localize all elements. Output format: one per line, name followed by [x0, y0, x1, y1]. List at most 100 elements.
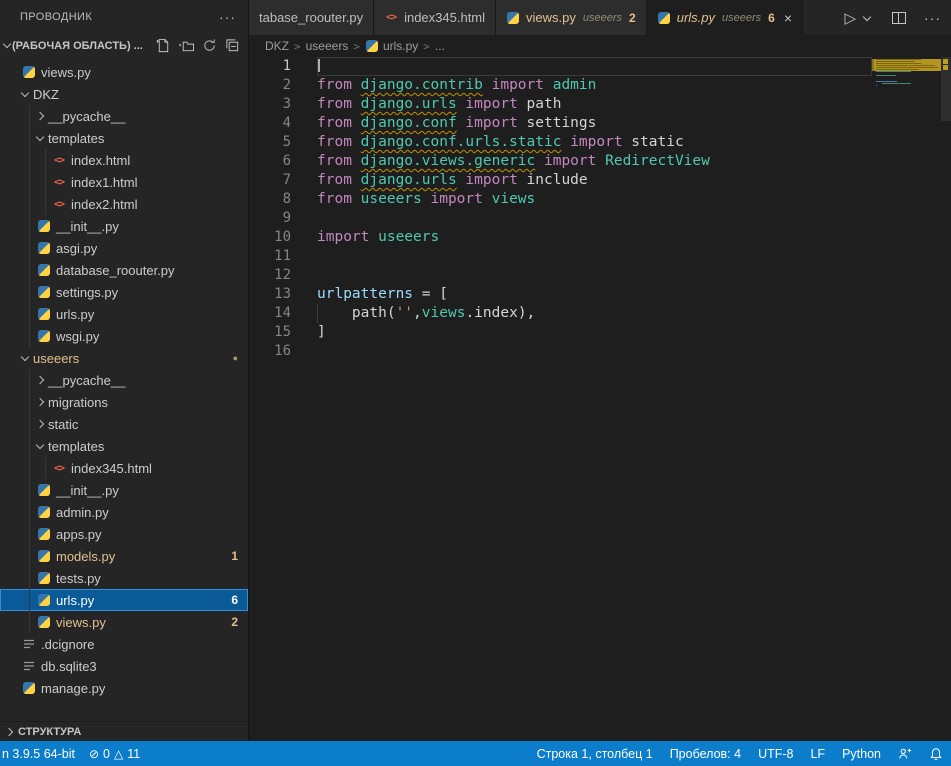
- status-item-utf-8[interactable]: UTF-8: [758, 747, 793, 761]
- refresh-icon[interactable]: [202, 38, 217, 53]
- tree-item-templates[interactable]: templates: [0, 127, 248, 149]
- code-line[interactable]: 6from django.views.generic import Redire…: [249, 152, 951, 171]
- run-python-file-icon[interactable]: ▷: [844, 9, 856, 27]
- tree-item-.dcignore[interactable]: .dcignore: [0, 633, 248, 655]
- notifications-bell-icon[interactable]: [929, 747, 943, 761]
- tree-item-DKZ[interactable]: DKZ: [0, 83, 248, 105]
- tree-item-useeers[interactable]: useeers●: [0, 347, 248, 369]
- code-line-text: from django.contrib import admin: [317, 76, 872, 95]
- tree-item-urls.py[interactable]: urls.py: [0, 303, 248, 325]
- code-line[interactable]: 5from django.conf.urls.static import sta…: [249, 133, 951, 152]
- tree-item-index2.html[interactable]: <>index2.html: [0, 193, 248, 215]
- tree-item-urls.py[interactable]: urls.py6: [0, 589, 248, 611]
- breadcrumb-label: ...: [435, 39, 445, 53]
- tree-item-tests.py[interactable]: tests.py: [0, 567, 248, 589]
- workspace-label: (РАБОЧАЯ ОБЛАСТЬ) ...: [12, 40, 143, 52]
- indent-guide: [29, 171, 30, 193]
- code-line[interactable]: 15]: [249, 323, 951, 342]
- code-token: django.urls: [361, 96, 457, 112]
- tree-item-asgi.py[interactable]: asgi.py: [0, 237, 248, 259]
- tab-urls.py[interactable]: urls.pyuseeers6×: [647, 0, 803, 35]
- status-item-python[interactable]: Python: [842, 747, 881, 761]
- tree-item-db.sqlite3[interactable]: db.sqlite3: [0, 655, 248, 677]
- problems-item[interactable]: ⊘ 0 △ 11: [89, 747, 140, 761]
- tree-item-admin.py[interactable]: admin.py: [0, 501, 248, 523]
- breadcrumb-item-useeers[interactable]: useeers: [306, 39, 349, 53]
- code-line[interactable]: 7from django.urls import include: [249, 171, 951, 190]
- feedback-icon[interactable]: [898, 747, 912, 761]
- code-line[interactable]: 9: [249, 209, 951, 228]
- editor-more-actions-icon[interactable]: ···: [924, 10, 941, 26]
- breadcrumb-item-DKZ[interactable]: DKZ: [265, 39, 289, 53]
- tree-item-views.py[interactable]: views.py2: [0, 611, 248, 633]
- code-line[interactable]: 13urlpatterns = [: [249, 285, 951, 304]
- breadcrumb-label: DKZ: [265, 39, 289, 53]
- tree-item-label: wsgi.py: [56, 329, 99, 344]
- tree-item-__pycache__[interactable]: __pycache__: [0, 105, 248, 127]
- status-item-строка-1-столбец-1[interactable]: Строка 1, столбец 1: [537, 747, 653, 761]
- code-line-text: [317, 266, 872, 285]
- tree-item-index345.html[interactable]: <>index345.html: [0, 457, 248, 479]
- code-line[interactable]: 16: [249, 342, 951, 361]
- tree-item-templates[interactable]: templates: [0, 435, 248, 457]
- tab-index345.html[interactable]: <>index345.html: [374, 0, 496, 35]
- breadcrumb: DKZ>useeers>urls.py>...: [249, 35, 951, 57]
- code-line[interactable]: 12: [249, 266, 951, 285]
- new-folder-icon[interactable]: [179, 38, 194, 53]
- outline-section-header[interactable]: СТРУКТУРА: [0, 721, 248, 741]
- tree-item-settings.py[interactable]: settings.py: [0, 281, 248, 303]
- line-number: 6: [249, 152, 317, 171]
- tree-item-models.py[interactable]: models.py1: [0, 545, 248, 567]
- tab-tabase_roouter.py[interactable]: tabase_roouter.py: [249, 0, 374, 35]
- overview-ruler[interactable]: [941, 57, 951, 741]
- tree-item-migrations[interactable]: migrations: [0, 391, 248, 413]
- tree-item-index.html[interactable]: <>index.html: [0, 149, 248, 171]
- code-line[interactable]: 11: [249, 247, 951, 266]
- tree-item-__init__.py[interactable]: __init__.py: [0, 215, 248, 237]
- run-dropdown-icon[interactable]: [863, 12, 871, 20]
- new-file-icon[interactable]: [156, 38, 171, 53]
- tree-item-__init__.py[interactable]: __init__.py: [0, 479, 248, 501]
- tree-item-__pycache__[interactable]: __pycache__: [0, 369, 248, 391]
- code-line[interactable]: 14 path('',views.index),: [249, 304, 951, 323]
- split-editor-icon[interactable]: [892, 12, 906, 24]
- status-item-lf[interactable]: LF: [810, 747, 825, 761]
- tree-item-wsgi.py[interactable]: wsgi.py: [0, 325, 248, 347]
- workspace-section-header[interactable]: (РАБОЧАЯ ОБЛАСТЬ) ...: [0, 33, 248, 58]
- tree-item-apps.py[interactable]: apps.py: [0, 523, 248, 545]
- close-icon[interactable]: ×: [784, 10, 792, 26]
- python-icon: [37, 219, 51, 233]
- tree-item-label: __pycache__: [48, 109, 125, 124]
- python-icon: [657, 11, 671, 25]
- breadcrumb-item-urls.py[interactable]: urls.py: [365, 39, 418, 53]
- code-editor[interactable]: 12from django.contrib import admin3from …: [249, 57, 951, 741]
- collapse-all-icon[interactable]: [225, 38, 240, 53]
- tab-views.py[interactable]: views.pyuseeers2: [496, 0, 647, 35]
- code-line[interactable]: 4from django.conf import settings: [249, 114, 951, 133]
- tree-item-manage.py[interactable]: manage.py: [0, 677, 248, 699]
- tree-item-views.py[interactable]: views.py: [0, 61, 248, 83]
- tree-item-label: models.py: [56, 549, 115, 564]
- tree-item-static[interactable]: static: [0, 413, 248, 435]
- line-number: 2: [249, 76, 317, 95]
- tree-item-label: migrations: [48, 395, 108, 410]
- indent-guide: [45, 149, 46, 171]
- code-line[interactable]: 1: [249, 57, 951, 76]
- code-line[interactable]: 10import useeers: [249, 228, 951, 247]
- status-item-пробелов-4[interactable]: Пробелов: 4: [670, 747, 741, 761]
- code-line[interactable]: 8from useeers import views: [249, 190, 951, 209]
- line-number: 9: [249, 209, 317, 228]
- tree-item-database_roouter.py[interactable]: database_roouter.py: [0, 259, 248, 281]
- code-line[interactable]: 3from django.urls import path: [249, 95, 951, 114]
- code-token: import: [317, 229, 378, 245]
- tree-item-label: db.sqlite3: [41, 659, 97, 674]
- explorer-more-actions-icon[interactable]: ···: [219, 9, 236, 25]
- tree-item-index1.html[interactable]: <>index1.html: [0, 171, 248, 193]
- code-token: useeers: [378, 229, 439, 245]
- html-icon: <>: [52, 153, 66, 167]
- python-version-item[interactable]: n 3.9.5 64-bit: [2, 747, 75, 761]
- indent-guide: [29, 281, 30, 303]
- minimap[interactable]: [872, 57, 941, 89]
- code-line[interactable]: 2from django.contrib import admin: [249, 76, 951, 95]
- breadcrumb-item-...[interactable]: ...: [435, 39, 445, 53]
